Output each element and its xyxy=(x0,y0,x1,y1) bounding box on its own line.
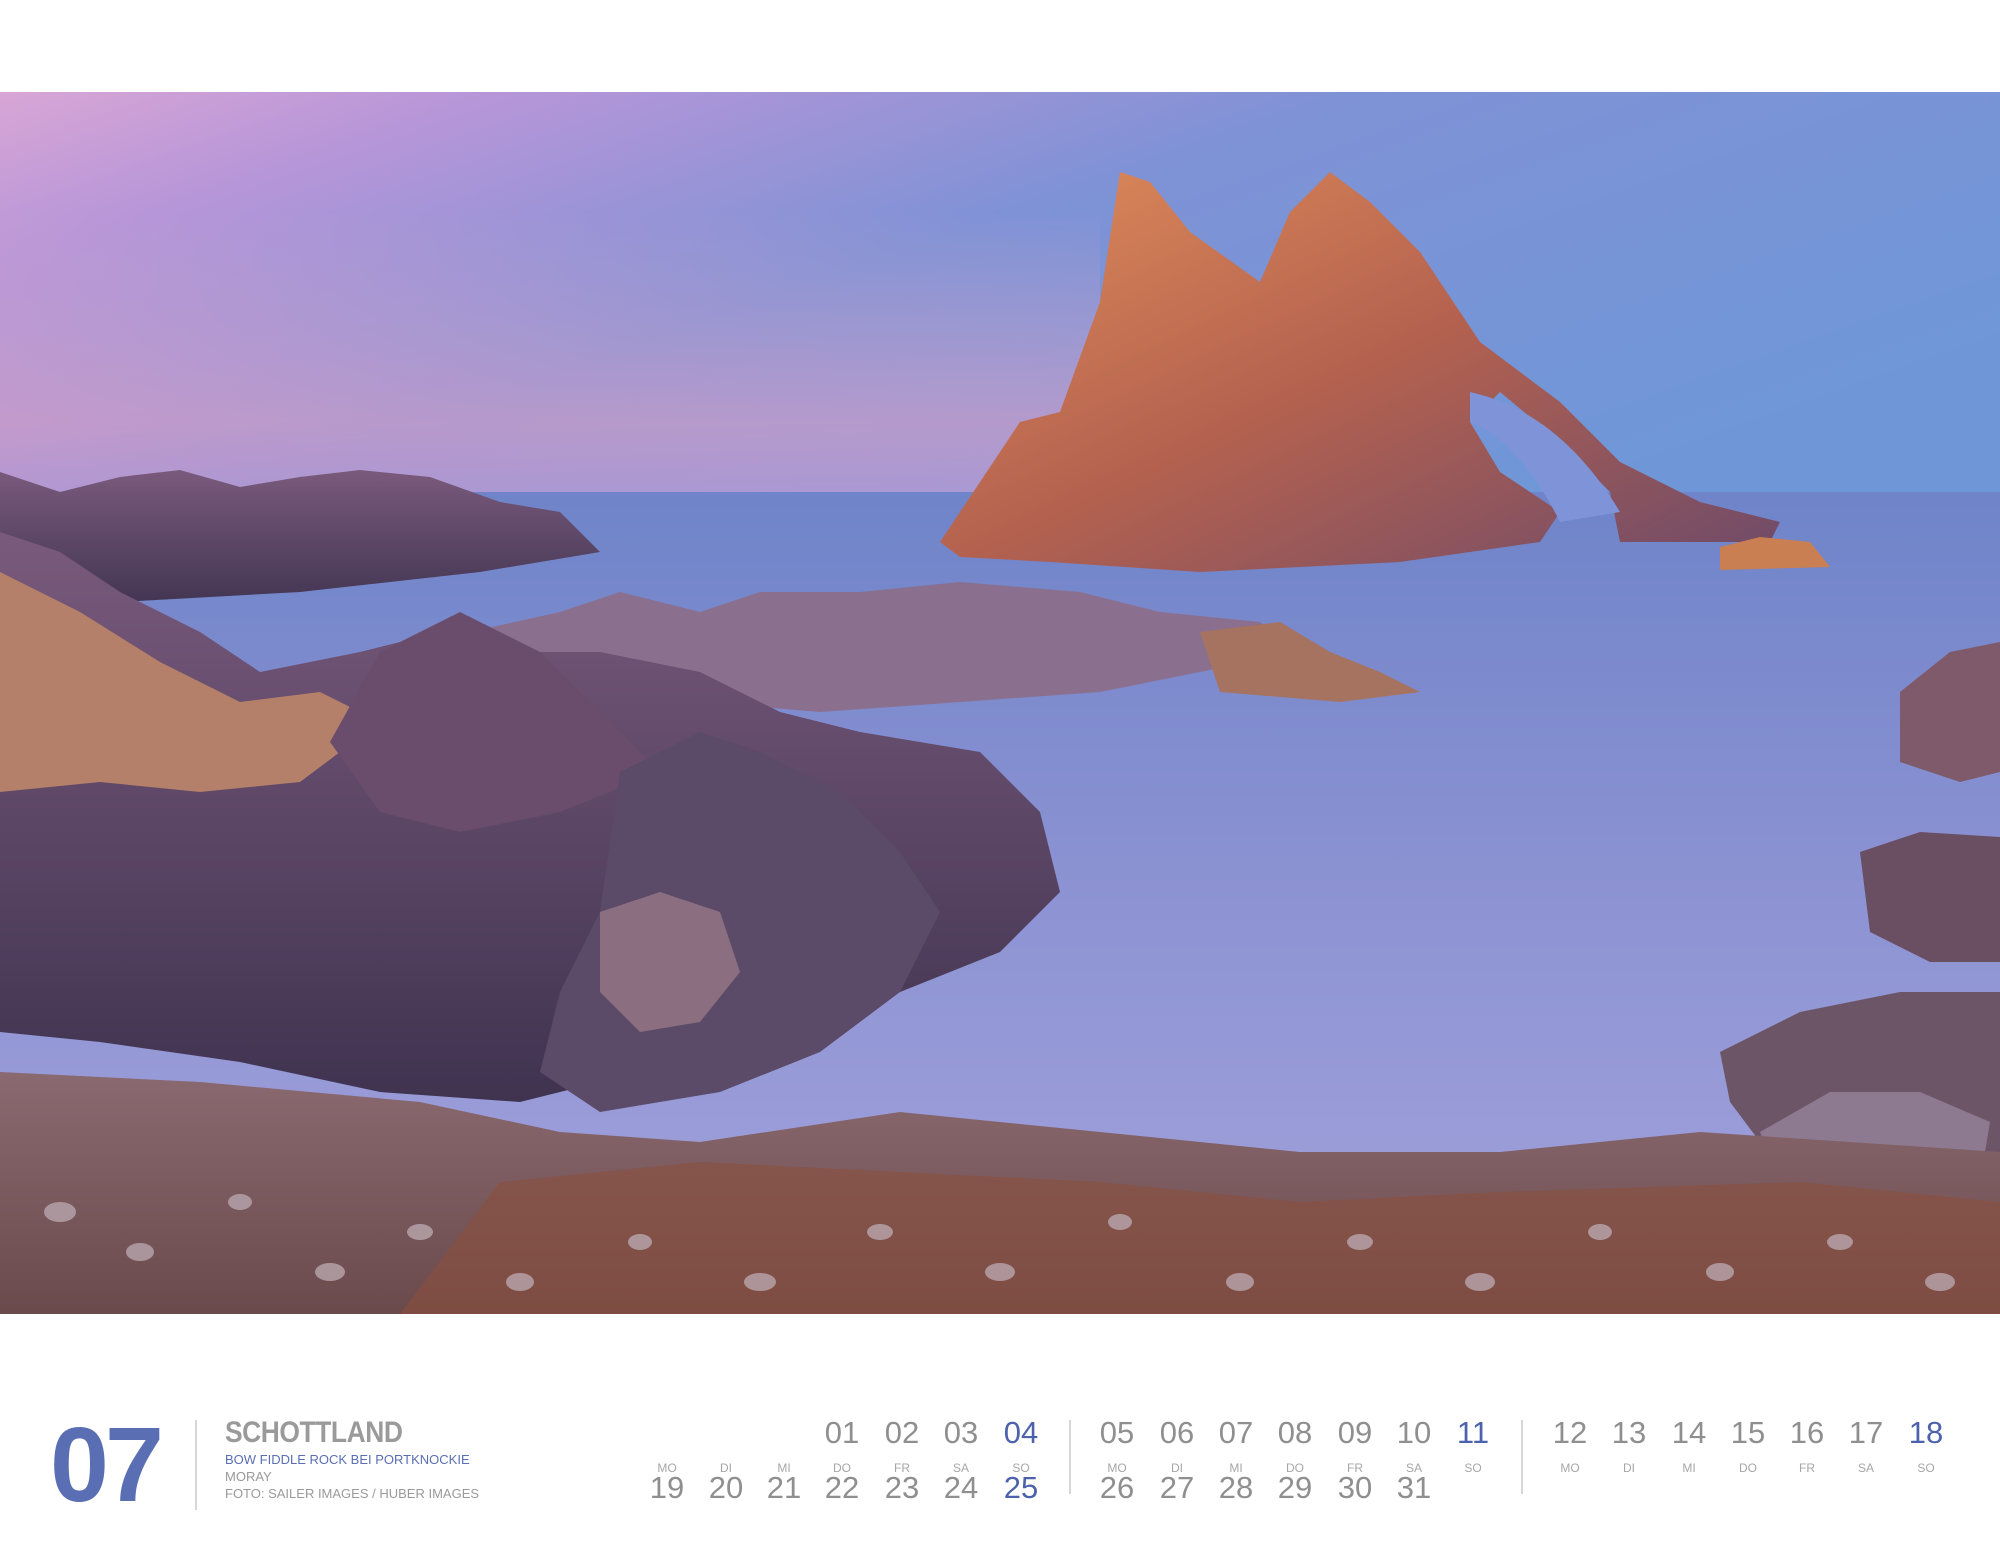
photo-credit: FOTO: SAILER IMAGES / HUBER IMAGES xyxy=(225,1486,480,1501)
day-number: 12 xyxy=(1552,1415,1588,1450)
day-number: 06 xyxy=(1159,1415,1195,1450)
caption: SCHOTTLAND BOW FIDDLE ROCK BEI PORTKNOCK… xyxy=(225,1418,479,1502)
day-number: 27 xyxy=(1159,1470,1195,1505)
weekday-label: SO xyxy=(1917,1461,1935,1475)
day-number: 05 xyxy=(1099,1415,1135,1450)
landscape-photo xyxy=(0,92,2000,1314)
day-number: 02 xyxy=(884,1415,920,1450)
day-number: 07 xyxy=(1218,1415,1254,1450)
day-number: 09 xyxy=(1337,1415,1373,1450)
day-number: 15 xyxy=(1730,1415,1766,1450)
day-number: 14 xyxy=(1671,1415,1707,1450)
day-number: 03 xyxy=(943,1415,979,1450)
day-number: 11 xyxy=(1456,1415,1490,1450)
day-number: 23 xyxy=(884,1470,920,1505)
day-number: 01 xyxy=(824,1415,860,1450)
month-number: 07 xyxy=(50,1406,164,1524)
day-number: 26 xyxy=(1099,1470,1135,1505)
day-number: 18 xyxy=(1908,1415,1944,1450)
weekday-label: SO xyxy=(1464,1461,1482,1475)
weekday-label: DO xyxy=(1739,1461,1757,1475)
day-number: 25 xyxy=(1003,1470,1039,1505)
day-number: 04 xyxy=(1003,1415,1039,1450)
week-divider xyxy=(1521,1420,1523,1494)
weekday-label: MO xyxy=(1560,1461,1580,1475)
day-number: 08 xyxy=(1277,1415,1313,1450)
day-number: 17 xyxy=(1848,1415,1884,1450)
place-caption: BOW FIDDLE ROCK BEI PORTKNOCKIE xyxy=(225,1452,470,1467)
weekday-label: MI xyxy=(1682,1461,1696,1475)
country-title: SCHOTTLAND xyxy=(225,1416,403,1449)
day-number: 31 xyxy=(1396,1470,1432,1505)
day-number: 28 xyxy=(1218,1470,1254,1505)
day-number: 16 xyxy=(1789,1415,1825,1450)
day-number: 21 xyxy=(766,1470,802,1505)
day-number: 22 xyxy=(824,1470,860,1505)
day-number: 10 xyxy=(1396,1415,1432,1450)
day-number: 19 xyxy=(649,1470,685,1505)
weekday-label: FR xyxy=(1799,1461,1815,1475)
weekday-label: DI xyxy=(1623,1461,1635,1475)
week-divider xyxy=(1069,1420,1071,1494)
day-number: 30 xyxy=(1337,1470,1373,1505)
day-number: 20 xyxy=(708,1470,744,1505)
divider xyxy=(195,1420,197,1510)
day-number: 13 xyxy=(1611,1415,1647,1450)
day-number: 29 xyxy=(1277,1470,1313,1505)
region-caption: MORAY xyxy=(225,1469,272,1484)
calendar-footer: 07 SCHOTTLAND BOW FIDDLE ROCK BEI PORTKN… xyxy=(0,1314,2000,1556)
day-number: 24 xyxy=(943,1470,979,1505)
weekday-label: SA xyxy=(1857,1461,1874,1475)
